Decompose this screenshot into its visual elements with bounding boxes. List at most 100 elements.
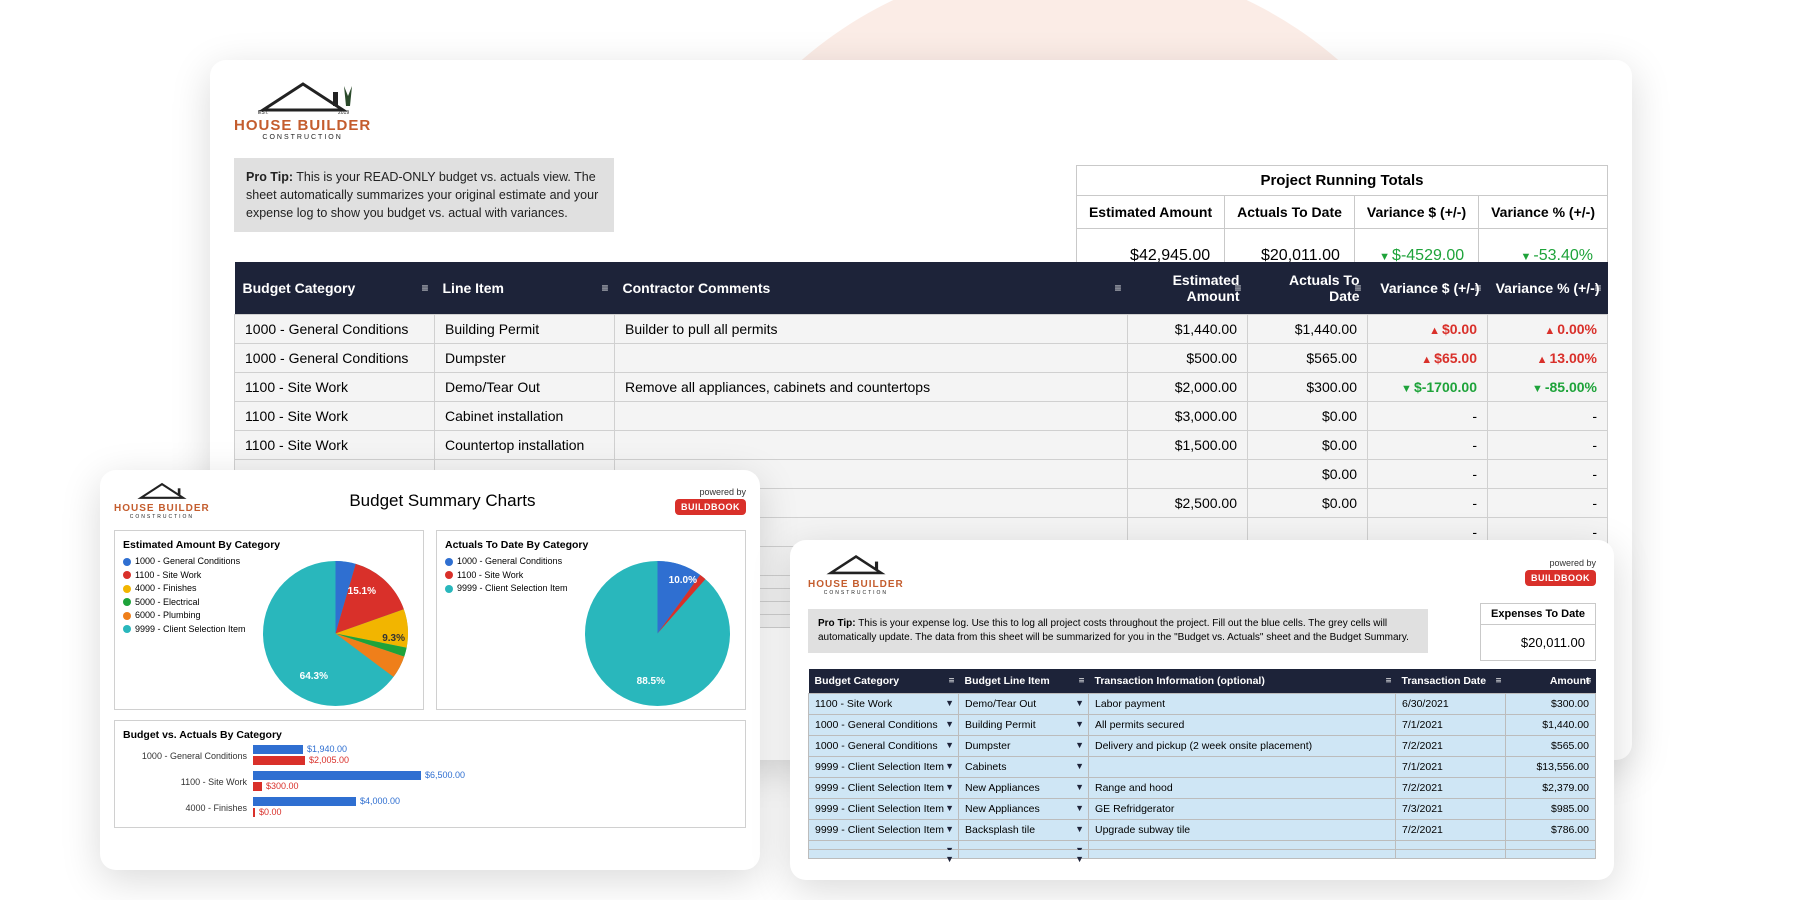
cell-date[interactable] xyxy=(1396,850,1506,859)
cell-item: Building Permit xyxy=(435,315,615,344)
filter-icon[interactable]: ≡ xyxy=(421,281,428,295)
dropdown-arrow-icon[interactable]: ▼ xyxy=(945,803,954,813)
col-budget-category[interactable]: Budget Category≡ xyxy=(809,669,959,694)
dropdown-arrow-icon[interactable]: ▼ xyxy=(1075,854,1084,864)
cell-date[interactable]: 6/30/2021 xyxy=(1396,694,1506,715)
filter-icon[interactable]: ≡ xyxy=(1474,281,1481,295)
col-actuals[interactable]: Actuals To Date≡ xyxy=(1248,262,1368,315)
col-transaction-date[interactable]: Transaction Date≡ xyxy=(1396,669,1506,694)
dropdown-arrow-icon[interactable]: ▼ xyxy=(945,824,954,834)
cell-date[interactable]: 7/2/2021 xyxy=(1396,820,1506,841)
cell-category[interactable]: 9999 - Client Selection Item▼ xyxy=(809,820,959,841)
filter-icon[interactable]: ≡ xyxy=(1354,281,1361,295)
buildbook-badge: BUILDBOOK xyxy=(1525,570,1596,586)
cell-amount[interactable]: $2,379.00 xyxy=(1506,778,1596,799)
dropdown-arrow-icon[interactable]: ▼ xyxy=(1075,803,1084,813)
cell-date[interactable] xyxy=(1396,841,1506,850)
col-comments[interactable]: Contractor Comments≡ xyxy=(615,262,1128,315)
dropdown-arrow-icon[interactable]: ▼ xyxy=(945,761,954,771)
cell-item[interactable]: ▼ xyxy=(959,850,1089,859)
col-budget-category[interactable]: Budget Category≡ xyxy=(235,262,435,315)
cell-date[interactable]: 7/2/2021 xyxy=(1396,736,1506,757)
cell-amount[interactable] xyxy=(1506,850,1596,859)
cell-info[interactable] xyxy=(1089,850,1396,859)
bar-category-label: 1000 - General Conditions xyxy=(123,751,253,761)
cell-info[interactable]: Upgrade subway tile xyxy=(1089,820,1396,841)
cell-date[interactable]: 7/3/2021 xyxy=(1396,799,1506,820)
cell-category[interactable]: 9999 - Client Selection Item▼ xyxy=(809,757,959,778)
filter-icon[interactable]: ≡ xyxy=(1594,281,1601,295)
filter-icon[interactable]: ≡ xyxy=(1079,676,1085,687)
cell-category[interactable]: ▼ xyxy=(809,850,959,859)
expense-log-card: HOUSE BUILDER CONSTRUCTION powered by BU… xyxy=(790,540,1614,880)
filter-icon[interactable]: ≡ xyxy=(1234,281,1241,295)
brand-subtitle: CONSTRUCTION xyxy=(114,515,210,520)
cell-category[interactable]: 9999 - Client Selection Item▼ xyxy=(809,799,959,820)
cell-amount[interactable] xyxy=(1506,841,1596,850)
filter-icon[interactable]: ≡ xyxy=(949,676,955,687)
cell-amount[interactable]: $565.00 xyxy=(1506,736,1596,757)
cell-category[interactable]: 1100 - Site Work▼ xyxy=(809,694,959,715)
filter-icon[interactable]: ≡ xyxy=(601,281,608,295)
cell-category[interactable]: 9999 - Client Selection Item▼ xyxy=(809,778,959,799)
col-line-item[interactable]: Line Item≡ xyxy=(435,262,615,315)
dropdown-arrow-icon[interactable]: ▼ xyxy=(1075,719,1084,729)
cell-item[interactable]: Backsplash tile▼ xyxy=(959,820,1089,841)
cell-amount[interactable]: $985.00 xyxy=(1506,799,1596,820)
cell-date[interactable]: 7/1/2021 xyxy=(1396,715,1506,736)
dropdown-arrow-icon[interactable]: ▼ xyxy=(945,740,954,750)
dropdown-arrow-icon[interactable]: ▼ xyxy=(1075,782,1084,792)
cell-info[interactable] xyxy=(1089,841,1396,850)
legend-label: 6000 - Plumbing xyxy=(135,609,201,623)
col-budget-line-item[interactable]: Budget Line Item≡ xyxy=(959,669,1089,694)
cell-info[interactable]: GE Refridgerator xyxy=(1089,799,1396,820)
dropdown-arrow-icon[interactable]: ▼ xyxy=(1075,824,1084,834)
cell-info[interactable]: Labor payment xyxy=(1089,694,1396,715)
cell-info[interactable] xyxy=(1089,757,1396,778)
col-estimated[interactable]: Estimated Amount≡ xyxy=(1128,262,1248,315)
col-transaction-info[interactable]: Transaction Information (optional)≡ xyxy=(1089,669,1396,694)
pro-tip-box: Pro Tip: This is your READ-ONLY budget v… xyxy=(234,158,614,232)
col-variance-percent[interactable]: Variance % (+/-)≡ xyxy=(1488,262,1608,315)
col-amount[interactable]: Amount≡ xyxy=(1506,669,1596,694)
cell-amount[interactable]: $13,556.00 xyxy=(1506,757,1596,778)
cell-item[interactable]: New Appliances▼ xyxy=(959,799,1089,820)
dropdown-arrow-icon[interactable]: ▼ xyxy=(945,698,954,708)
filter-icon[interactable]: ≡ xyxy=(1586,676,1592,687)
cell-item[interactable]: ▼ xyxy=(959,841,1089,850)
filter-icon[interactable]: ≡ xyxy=(1496,676,1502,687)
cell-category[interactable]: 1000 - General Conditions▼ xyxy=(809,715,959,736)
col-variance-dollar[interactable]: Variance $ (+/-)≡ xyxy=(1368,262,1488,315)
pro-tip-label: Pro Tip: xyxy=(246,170,293,184)
legend-swatch-icon xyxy=(123,585,131,593)
pie-actuals-title: Actuals To Date By Category xyxy=(445,539,737,551)
cell-item[interactable]: Demo/Tear Out▼ xyxy=(959,694,1089,715)
cell-amount[interactable]: $786.00 xyxy=(1506,820,1596,841)
cell-category[interactable]: ▼ xyxy=(809,841,959,850)
table-row: 1100 - Site WorkCabinet installation$3,0… xyxy=(235,402,1608,431)
expense-table: Budget Category≡ Budget Line Item≡ Trans… xyxy=(808,669,1596,859)
cell-item[interactable]: Building Permit▼ xyxy=(959,715,1089,736)
cell-info[interactable]: Delivery and pickup (2 week onsite place… xyxy=(1089,736,1396,757)
dropdown-arrow-icon[interactable]: ▼ xyxy=(1075,698,1084,708)
cell-item[interactable]: Dumpster▼ xyxy=(959,736,1089,757)
cell-item[interactable]: New Appliances▼ xyxy=(959,778,1089,799)
cell-info[interactable]: Range and hood xyxy=(1089,778,1396,799)
filter-icon[interactable]: ≡ xyxy=(1114,281,1121,295)
dropdown-arrow-icon[interactable]: ▼ xyxy=(945,854,954,864)
cell-category[interactable]: 1000 - General Conditions▼ xyxy=(809,736,959,757)
cell-info[interactable]: All permits secured xyxy=(1089,715,1396,736)
dropdown-arrow-icon[interactable]: ▼ xyxy=(945,719,954,729)
filter-icon[interactable]: ≡ xyxy=(1386,676,1392,687)
dropdown-arrow-icon[interactable]: ▼ xyxy=(1075,761,1084,771)
dropdown-arrow-icon[interactable]: ▼ xyxy=(945,782,954,792)
cell-date[interactable]: 7/2/2021 xyxy=(1396,778,1506,799)
cell-actuals: $565.00 xyxy=(1248,344,1368,373)
dropdown-arrow-icon[interactable]: ▼ xyxy=(1075,740,1084,750)
cell-estimated: $1,440.00 xyxy=(1128,315,1248,344)
cell-date[interactable]: 7/1/2021 xyxy=(1396,757,1506,778)
up-triangle-icon: ▲ xyxy=(1544,325,1555,337)
cell-item[interactable]: Cabinets▼ xyxy=(959,757,1089,778)
cell-amount[interactable]: $300.00 xyxy=(1506,694,1596,715)
cell-amount[interactable]: $1,440.00 xyxy=(1506,715,1596,736)
